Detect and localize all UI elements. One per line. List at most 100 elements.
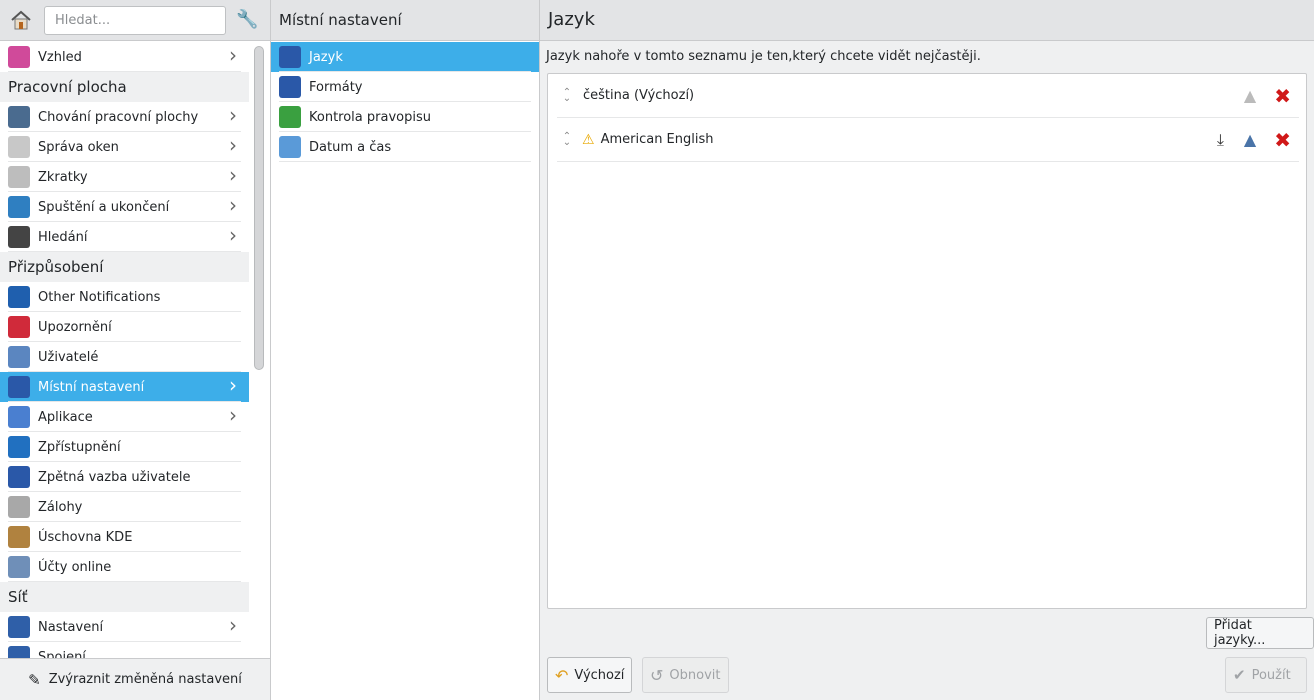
subcategory-item[interactable]: Jazyk <box>271 42 539 72</box>
subcategory-label: Jazyk <box>309 49 343 65</box>
remove-icon[interactable]: ✖ <box>1274 84 1291 108</box>
sidebar-item-label: Hledání <box>38 229 88 245</box>
window-management-icon <box>8 136 30 158</box>
un-flag-icon <box>279 76 301 98</box>
sidebar-item[interactable]: Chování pracovní plochy › <box>0 102 249 132</box>
accessibility-icon <box>8 436 30 458</box>
promote-default-icon[interactable]: ▲ <box>1244 86 1256 105</box>
subcategory-item[interactable]: Kontrola pravopisu <box>271 102 539 132</box>
sidebar-list: Vzhled › Pracovní plocha Chování pracovní p… <box>0 42 249 658</box>
add-languages-label: Přidat jazyky... <box>1214 618 1266 648</box>
highlight-changed-label: Zvýraznit změněná nastavení <box>48 672 242 687</box>
main-panel: Jazyk Jazyk nahoře v tomto seznamu je te… <box>540 0 1314 700</box>
user-icon <box>8 346 30 368</box>
appearance-icon <box>8 46 30 68</box>
sidebar-item-label: Zálohy <box>38 499 83 515</box>
chevron-right-icon: › <box>229 193 237 217</box>
sidebar-item[interactable]: Úschovna KDE <box>0 522 249 552</box>
category-header: Místní nastavení <box>271 0 539 41</box>
remove-icon[interactable]: ✖ <box>1274 128 1291 152</box>
sidebar-item-label: Účty online <box>38 559 112 575</box>
defaults-label: Výchozí <box>574 667 625 683</box>
sidebar-section-header: Přizpůsobení <box>0 252 249 282</box>
startup-shutdown-icon <box>8 196 30 218</box>
sidebar-item[interactable]: Vzhled › <box>0 42 249 72</box>
sidebar-item[interactable]: Nastavení › <box>0 612 249 642</box>
sidebar-item[interactable]: Místní nastavení › <box>0 372 249 402</box>
apply-button[interactable]: ✔ Použít <box>1225 657 1307 693</box>
chevron-right-icon: › <box>229 133 237 157</box>
apply-label: Použít <box>1251 667 1291 683</box>
subcategory-item[interactable]: Formáty <box>271 72 539 102</box>
drag-handle-icon[interactable]: ⌃ ⌄ <box>561 87 573 103</box>
sidebar-item-label: Spuštění a ukončení <box>38 199 170 215</box>
defaults-button[interactable]: ↶ Výchozí <box>547 657 633 693</box>
subcategory-list: Jazyk Formáty Kontrola pravopisu Datum a ča… <box>271 42 539 162</box>
sidebar-item[interactable]: Účty online <box>0 552 249 582</box>
sidebar-item[interactable]: Zkratky › <box>0 162 249 192</box>
network-settings-icon <box>8 616 30 638</box>
un-flag-icon <box>8 376 30 398</box>
warning-icon: ⚠ <box>582 131 595 148</box>
sidebar-item-label: Zkratky <box>38 169 88 185</box>
feedback-icon <box>8 466 30 488</box>
sidebar-item-label: Nastavení <box>38 619 104 635</box>
sidebar-item[interactable]: Zpětná vazba uživatele <box>0 462 249 492</box>
sidebar-item-label: Zpřístupnění <box>38 439 121 455</box>
sidebar-item-label: Vzhled <box>38 49 82 65</box>
reset-label: Obnovit <box>669 667 721 683</box>
download-icon[interactable]: ⤓ <box>1217 130 1224 150</box>
sidebar-item[interactable]: Upozornění <box>0 312 249 342</box>
language-label: čeština (Výchozí) <box>583 88 695 103</box>
promote-default-icon[interactable]: ▲ <box>1244 130 1256 149</box>
home-icon[interactable] <box>10 9 32 31</box>
sidebar-item[interactable]: Zálohy <box>0 492 249 522</box>
language-row[interactable]: ⌃ ⌄ ⚠ American English ⤓ ▲ ✖ <box>557 118 1299 162</box>
chevron-right-icon: › <box>229 223 237 247</box>
bell-icon <box>8 316 30 338</box>
sidebar-section-header: Pracovní plocha <box>0 72 249 102</box>
category-panel: Místní nastavení Jazyk Formáty Kontrola pr… <box>271 0 540 700</box>
defaults-icon: ↶ <box>555 665 569 685</box>
binoculars-icon <box>8 226 30 248</box>
sidebar-item-label: Správa oken <box>38 139 119 155</box>
wallet-icon <box>8 526 30 548</box>
sidebar-item-label: Chování pracovní plochy <box>38 109 199 125</box>
sidebar-item[interactable]: Hledání › <box>0 222 249 252</box>
sidebar-item[interactable]: Spojení <box>0 642 249 658</box>
drag-handle-icon[interactable]: ⌃ ⌄ <box>561 131 573 147</box>
chevron-right-icon: › <box>229 373 237 397</box>
sidebar-section-header: Síť <box>0 582 249 612</box>
sidebar-item[interactable]: Uživatelé <box>0 342 249 372</box>
search-input[interactable] <box>44 6 226 35</box>
chevron-right-icon: › <box>229 43 237 67</box>
sidebar-item[interactable]: Other Notifications <box>0 282 249 312</box>
subcategory-label: Kontrola pravopisu <box>309 109 431 125</box>
sidebar-item[interactable]: Aplikace › <box>0 402 249 432</box>
sidebar-item-label: Uživatelé <box>38 349 99 365</box>
subcategory-item[interactable]: Datum a čas <box>271 132 539 162</box>
sidebar-item[interactable]: Zpřístupnění <box>0 432 249 462</box>
sidebar-item-label: Místní nastavení <box>38 379 145 395</box>
desktop-behavior-icon <box>8 106 30 128</box>
sidebar-scrollbar[interactable] <box>254 46 264 370</box>
description: Jazyk nahoře v tomto seznamu je ten,kter… <box>546 49 981 64</box>
main-header: Jazyk <box>540 0 1314 41</box>
chevron-right-icon: › <box>229 163 237 187</box>
configure-icon[interactable]: 🔧 <box>236 9 260 31</box>
language-row[interactable]: ⌃ ⌄ čeština (Výchozí) ▲ ✖ <box>557 74 1299 118</box>
chevron-right-icon: › <box>229 403 237 427</box>
add-languages-button[interactable]: Přidat jazyky... <box>1206 617 1314 649</box>
chevron-right-icon: › <box>229 613 237 637</box>
backup-icon <box>8 496 30 518</box>
language-label: American English <box>600 132 714 147</box>
un-flag-icon <box>279 46 301 68</box>
highlight-changed-button[interactable]: ✎ Zvýraznit změněná nastavení <box>0 658 270 700</box>
keyboard-icon <box>8 166 30 188</box>
sidebar-item[interactable]: Správa oken › <box>0 132 249 162</box>
subcategory-label: Formáty <box>309 79 363 95</box>
reset-button[interactable]: ↺ Obnovit <box>642 657 729 693</box>
subcategory-label: Datum a čas <box>309 139 392 155</box>
sidebar-header: 🔧 <box>0 0 270 41</box>
sidebar-item[interactable]: Spuštění a ukončení › <box>0 192 249 222</box>
